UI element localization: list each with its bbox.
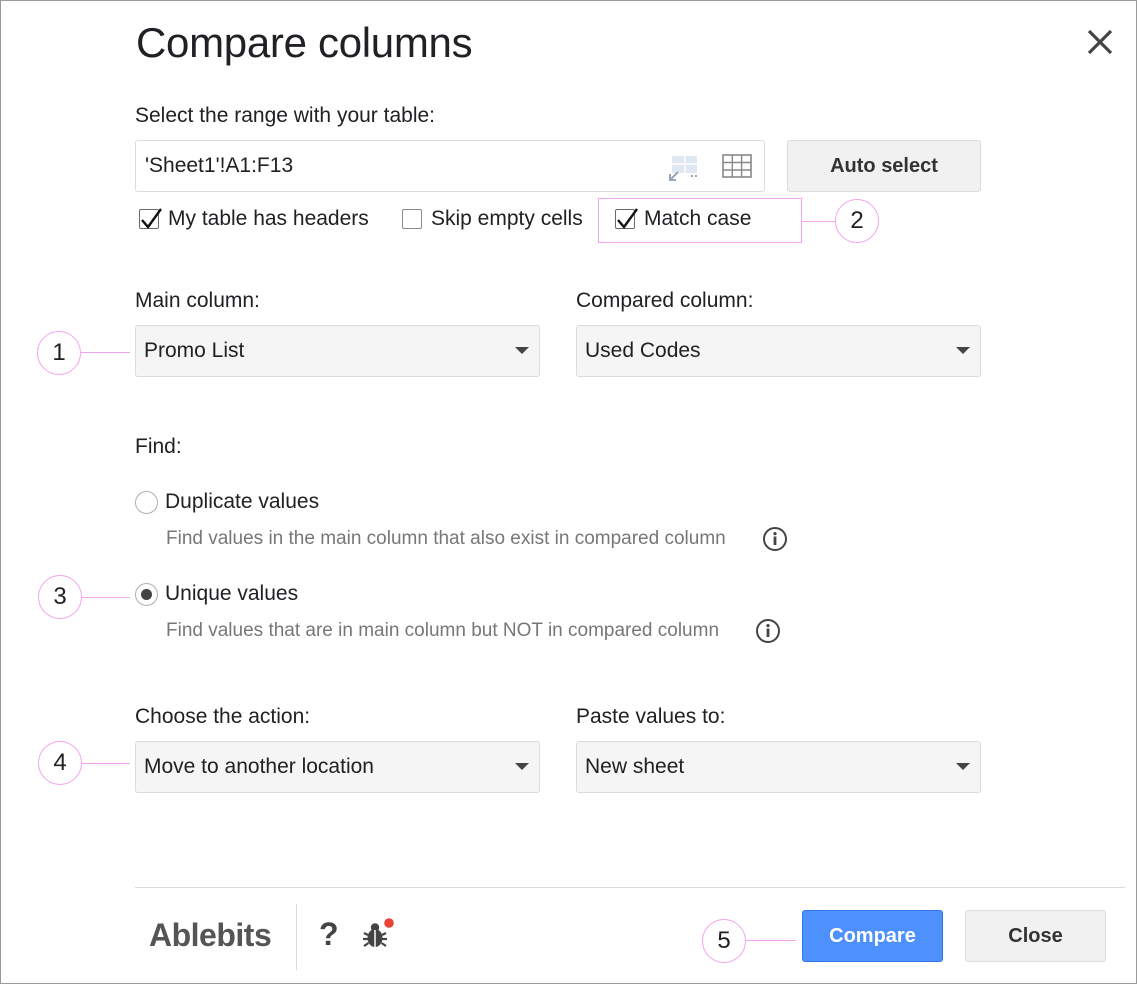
unique-values-label: Unique values [165,582,299,605]
callout-4-line [82,763,130,764]
range-label: Select the range with your table: [135,104,436,127]
callout-5: 5 [702,919,746,963]
match-case-checkbox-row[interactable]: Match case [615,206,751,232]
paste-label: Paste values to: [576,705,726,728]
find-label: Find: [135,435,182,458]
match-case-checkbox[interactable] [615,208,638,229]
headers-checkbox-row[interactable]: My table has headers [139,206,369,232]
callout-1: 1 [37,331,81,375]
duplicate-values-radio[interactable] [135,490,158,514]
close-icon[interactable] [1083,25,1117,59]
paste-select[interactable]: New sheet [576,741,981,793]
range-input[interactable]: 'Sheet1'!A1:F13 [135,140,765,192]
callout-3-line [82,597,130,598]
info-icon[interactable] [755,618,781,644]
chevron-down-icon [956,347,970,354]
grid-icon[interactable] [721,152,753,182]
help-icon[interactable]: ? [319,916,339,953]
main-column-select[interactable]: Promo List [135,325,540,377]
skip-empty-checkbox-label: Skip empty cells [431,207,583,230]
unique-values-radio[interactable] [135,582,158,606]
callout-3: 3 [38,575,82,619]
main-column-label: Main column: [135,289,260,312]
callout-1-line [81,352,130,353]
compared-column-value: Used Codes [585,339,701,362]
unique-values-option[interactable]: Unique values [135,582,298,606]
skip-empty-checkbox[interactable] [402,209,422,229]
dialog-title: Compare columns [136,19,473,66]
brand-logo: Ablebits [149,917,272,953]
callout-4: 4 [38,741,82,785]
close-button[interactable]: Close [965,910,1106,962]
compare-button[interactable]: Compare [802,910,943,962]
main-column-value: Promo List [144,339,245,362]
expand-selection-icon[interactable] [667,152,699,182]
compared-column-select[interactable]: Used Codes [576,325,981,377]
unique-values-hint: Find values that are in main column but … [166,620,720,641]
chevron-down-icon [956,763,970,770]
compare-columns-dialog: Compare columns Select the range with yo… [0,0,1137,984]
match-case-checkbox-label: Match case [644,207,752,230]
paste-value: New sheet [585,755,685,778]
chevron-down-icon [515,347,529,354]
duplicate-values-label: Duplicate values [165,490,320,513]
action-value: Move to another location [144,755,374,778]
bug-icon[interactable] [361,917,395,951]
callout-5-line [746,940,796,941]
footer-divider [135,887,1125,888]
chevron-down-icon [515,763,529,770]
footer-separator [296,904,297,970]
action-select[interactable]: Move to another location [135,741,540,793]
info-icon[interactable] [762,526,788,552]
compared-column-label: Compared column: [576,289,754,312]
headers-checkbox[interactable] [139,208,162,229]
auto-select-button[interactable]: Auto select [787,140,981,192]
range-value: 'Sheet1'!A1:F13 [145,154,294,177]
duplicate-values-hint: Find values in the main column that also… [166,528,726,549]
headers-checkbox-label: My table has headers [168,207,369,230]
skip-empty-checkbox-row[interactable]: Skip empty cells [402,206,583,232]
duplicate-values-option[interactable]: Duplicate values [135,490,319,514]
action-label: Choose the action: [135,705,311,728]
callout-2: 2 [835,199,879,243]
callout-2-line [802,221,836,222]
